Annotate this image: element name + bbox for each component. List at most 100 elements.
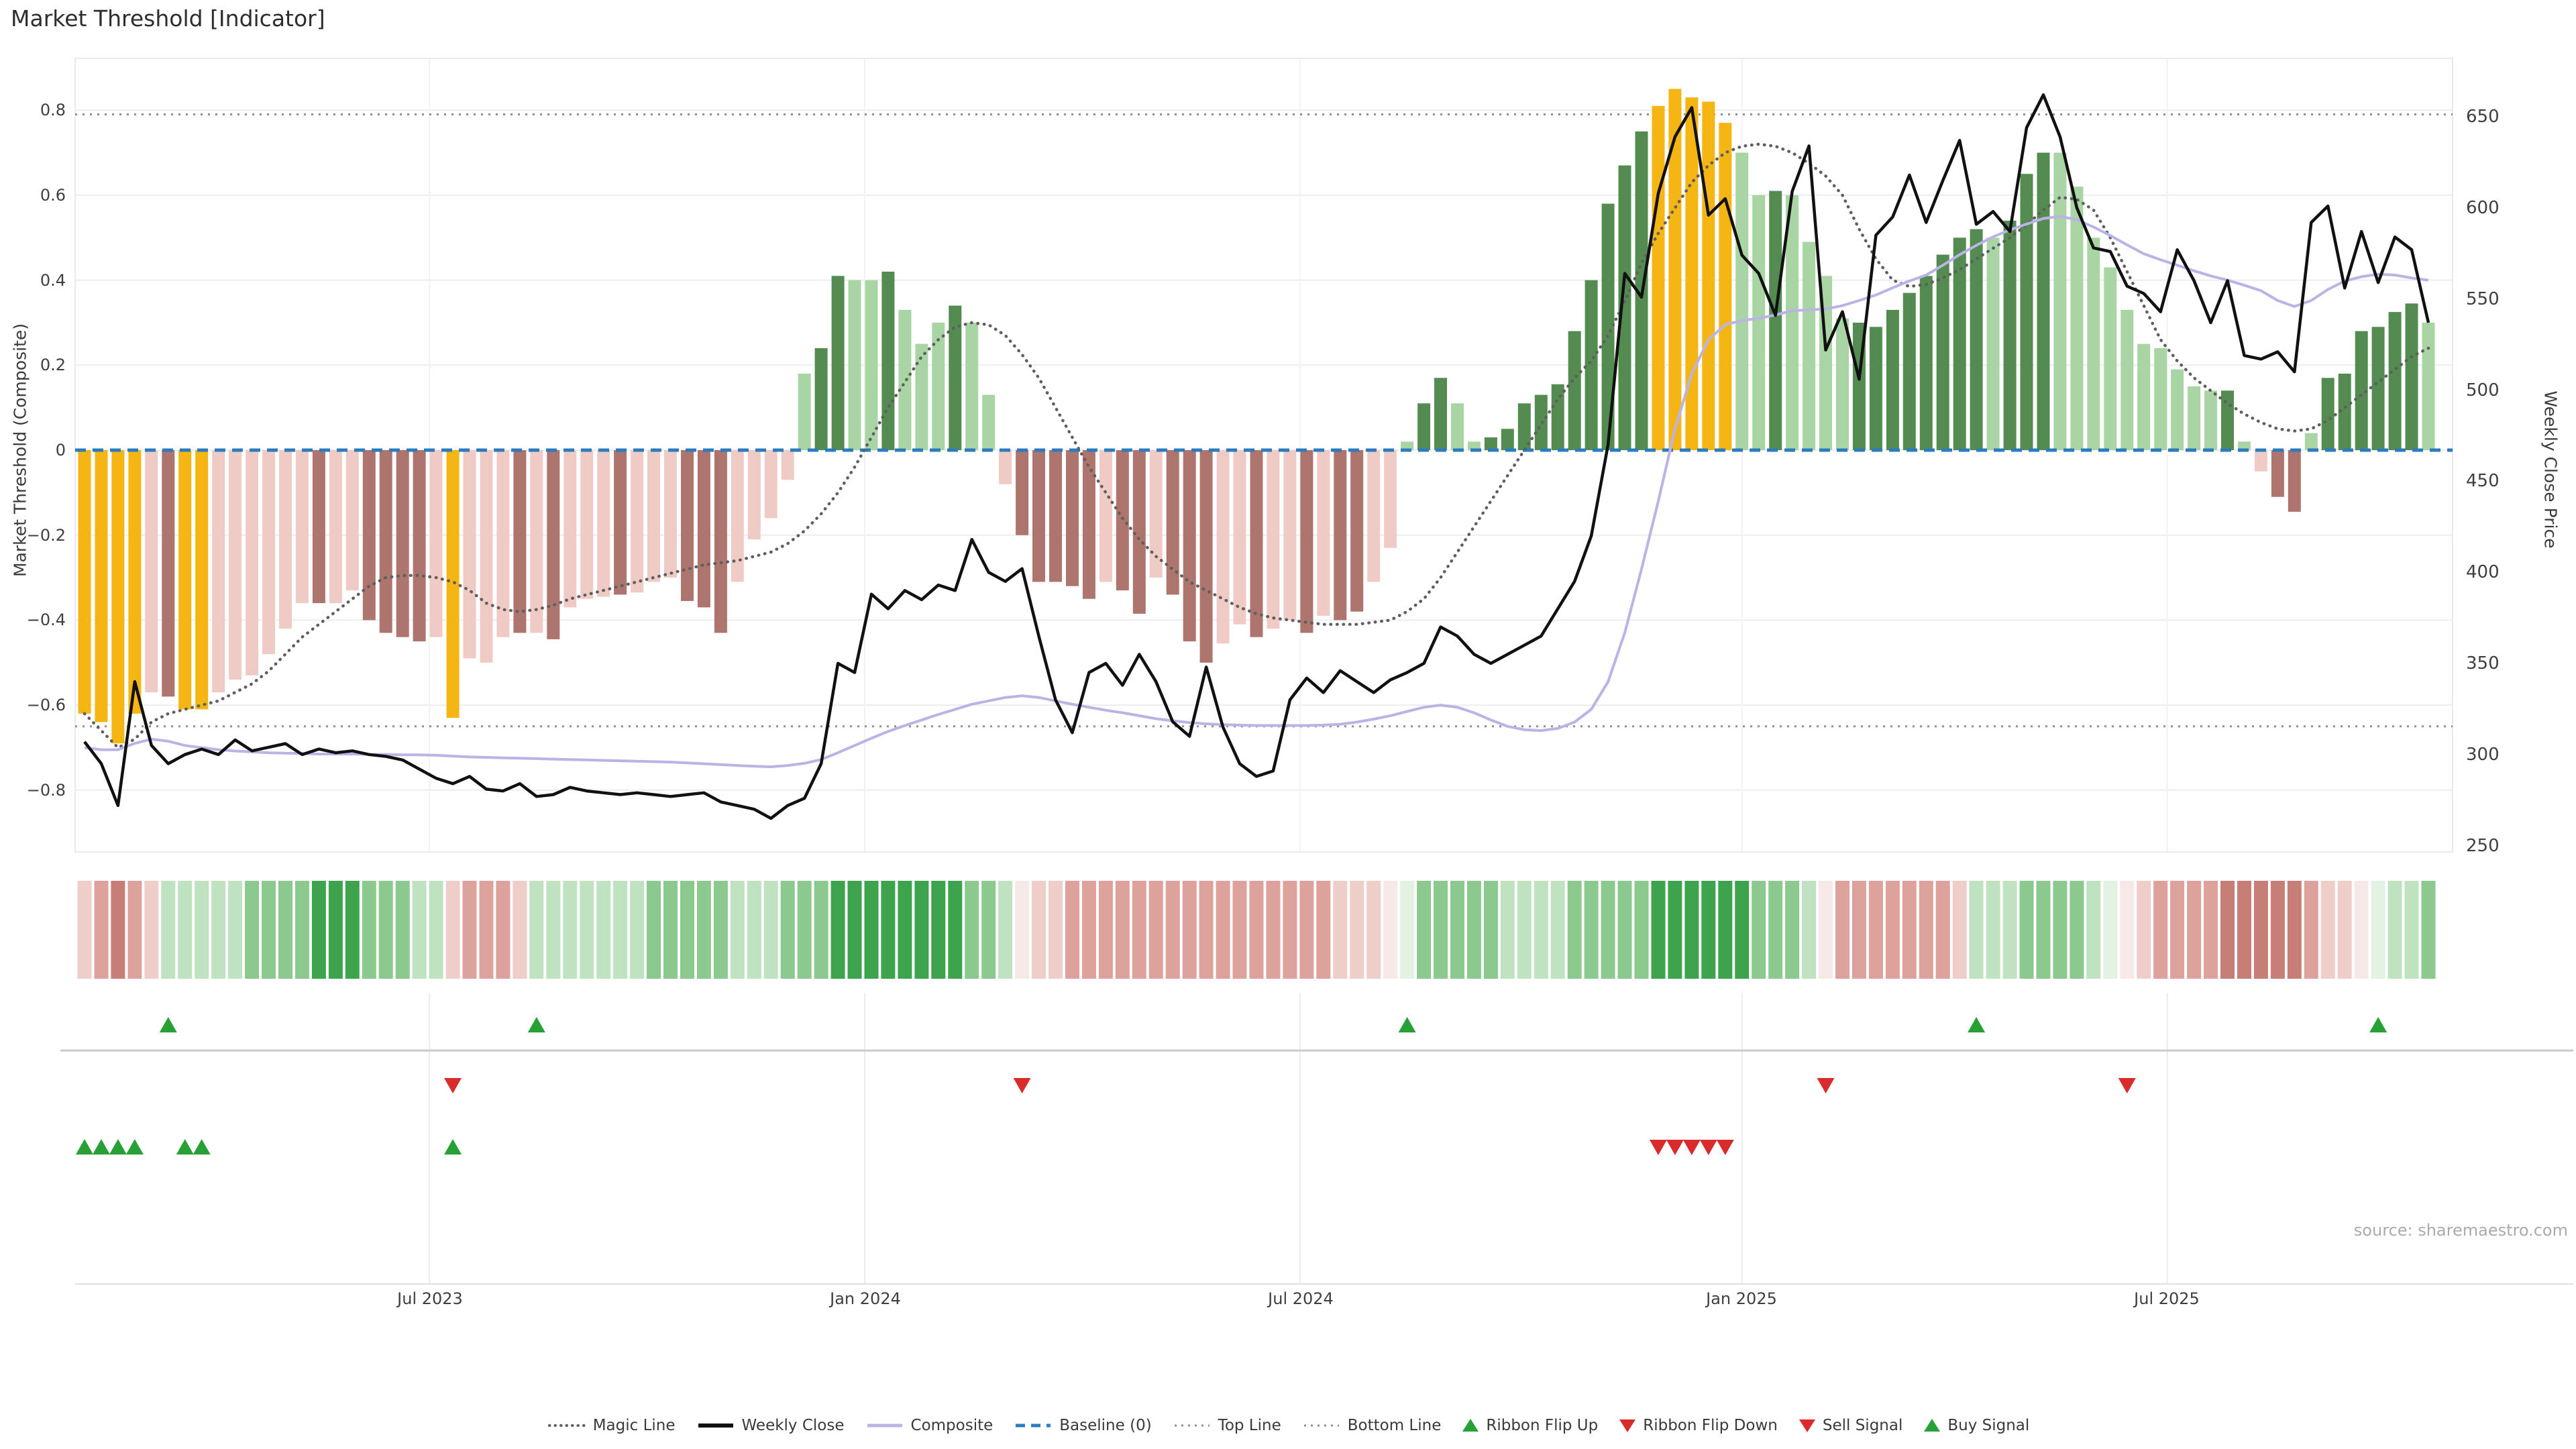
- ribbon-cell: [914, 881, 928, 979]
- ribbon-cell: [747, 881, 761, 979]
- threshold-bar: [965, 323, 978, 450]
- threshold-bars: [78, 89, 2435, 744]
- threshold-bar: [430, 450, 443, 637]
- threshold-bar: [229, 450, 241, 680]
- ribbon-cell: [379, 881, 393, 979]
- threshold-bar: [2389, 312, 2402, 450]
- left-axis-tick: −0.8: [0, 781, 66, 800]
- ribbon-cell: [2220, 881, 2235, 979]
- threshold-bar: [1652, 106, 1665, 450]
- threshold-bar: [363, 450, 376, 620]
- threshold-bar: [1769, 191, 1782, 450]
- threshold-bar: [1283, 450, 1296, 620]
- threshold-bar: [1735, 153, 1748, 450]
- ribbon-cell: [1299, 881, 1313, 979]
- threshold-bar: [1836, 319, 1849, 450]
- threshold-bar: [898, 310, 911, 450]
- threshold-bar: [2004, 221, 2017, 450]
- threshold-bar: [765, 450, 777, 518]
- ribbon-cell: [731, 881, 745, 979]
- legend-label: Bottom Line: [1348, 1417, 1442, 1434]
- threshold-bar: [2021, 174, 2033, 450]
- ribbon-cell: [95, 881, 109, 979]
- threshold-bar: [881, 272, 894, 450]
- ribbon-flip-down-marker: [1817, 1078, 1835, 1093]
- indicator-chart-canvas: [0, 0, 2576, 1449]
- ribbon-cell: [78, 881, 92, 979]
- ribbon-cell: [2422, 881, 2436, 979]
- ribbon-cell: [1718, 881, 1732, 979]
- right-axis-tick: 500: [2466, 380, 2500, 400]
- ribbon-cell: [278, 881, 292, 979]
- ribbon-cell: [898, 881, 912, 979]
- ribbon-cell: [362, 881, 376, 979]
- right-axis-tick: 350: [2466, 653, 2500, 674]
- threshold-bar: [2037, 153, 2050, 450]
- ribbon-cell: [396, 881, 410, 979]
- ribbon-cell: [1316, 881, 1330, 979]
- ribbon-cell: [1601, 881, 1615, 979]
- ribbon-cell: [563, 881, 577, 979]
- threshold-bar: [1032, 450, 1045, 582]
- bottom-line-swatch: [1301, 1417, 1342, 1434]
- ribbon-cell: [529, 881, 543, 979]
- legend-item-bottom-line: Bottom Line: [1301, 1417, 1442, 1434]
- buy-signal-marker: [93, 1139, 110, 1155]
- threshold-bar: [2221, 390, 2234, 450]
- ribbon-cell: [881, 881, 895, 979]
- threshold-bar: [447, 450, 460, 718]
- threshold-bar: [464, 450, 476, 658]
- buy-signal-marker: [109, 1139, 127, 1155]
- threshold-bar: [1870, 327, 1882, 450]
- threshold-bar: [1250, 450, 1263, 637]
- ribbon-cell: [2020, 881, 2034, 979]
- ribbon-cell: [613, 881, 627, 979]
- ribbon-flip-down-marker: [444, 1078, 462, 1093]
- weekly-close-swatch: [696, 1417, 736, 1434]
- ribbon-cell: [2070, 881, 2084, 979]
- ribbon-cell: [2137, 881, 2151, 979]
- threshold-bar: [246, 450, 258, 676]
- buy-signal-marker: [176, 1139, 194, 1155]
- threshold-bar: [262, 450, 275, 654]
- ribbon-cell: [1467, 881, 1481, 979]
- ribbon-flip-up-marker: [160, 1017, 177, 1032]
- buy-signal-marker: [126, 1139, 144, 1155]
- threshold-bar: [396, 450, 409, 637]
- threshold-bar: [1066, 450, 1079, 586]
- threshold-bar: [1267, 450, 1279, 629]
- threshold-bar: [1568, 331, 1581, 450]
- ribbon-cell: [798, 881, 812, 979]
- baseline-swatch: [1013, 1417, 1053, 1434]
- threshold-bar: [580, 450, 593, 599]
- ribbon-cell: [2405, 881, 2419, 979]
- threshold-bar: [1501, 429, 1514, 450]
- ribbon-cell: [1032, 881, 1046, 979]
- threshold-bar: [1234, 450, 1246, 625]
- threshold-bar: [195, 450, 208, 709]
- ribbon-cell: [764, 881, 778, 979]
- ribbon-cell: [965, 881, 979, 979]
- threshold-bar: [329, 450, 342, 603]
- threshold-bar: [1702, 102, 1715, 451]
- left-axis-tick: 0.6: [0, 186, 66, 205]
- sell-signal-marker: [1666, 1140, 1684, 1155]
- threshold-bar: [1384, 450, 1397, 548]
- threshold-bar: [2204, 390, 2217, 450]
- ribbon-cell: [1183, 881, 1197, 979]
- ribbon-cell: [1015, 881, 1029, 979]
- threshold-bar: [1217, 450, 1230, 643]
- ribbon-cell: [1366, 881, 1381, 979]
- ribbon-flip-down-marker: [2118, 1078, 2136, 1093]
- ribbon-cell: [1701, 881, 1715, 979]
- ribbon-cell: [1266, 881, 1280, 979]
- legend-item-buy-signal: Buy Signal: [1923, 1417, 2029, 1434]
- ribbon-cell: [178, 881, 192, 979]
- left-axis-tick: −0.4: [0, 610, 66, 629]
- threshold-bar: [380, 450, 392, 633]
- right-axis-tick: 550: [2466, 289, 2500, 309]
- ribbon-cell: [245, 881, 259, 979]
- ribbon-cell: [1283, 881, 1297, 979]
- ribbon-cell: [697, 881, 711, 979]
- right-axis-title: Weekly Close Price: [2541, 390, 2561, 548]
